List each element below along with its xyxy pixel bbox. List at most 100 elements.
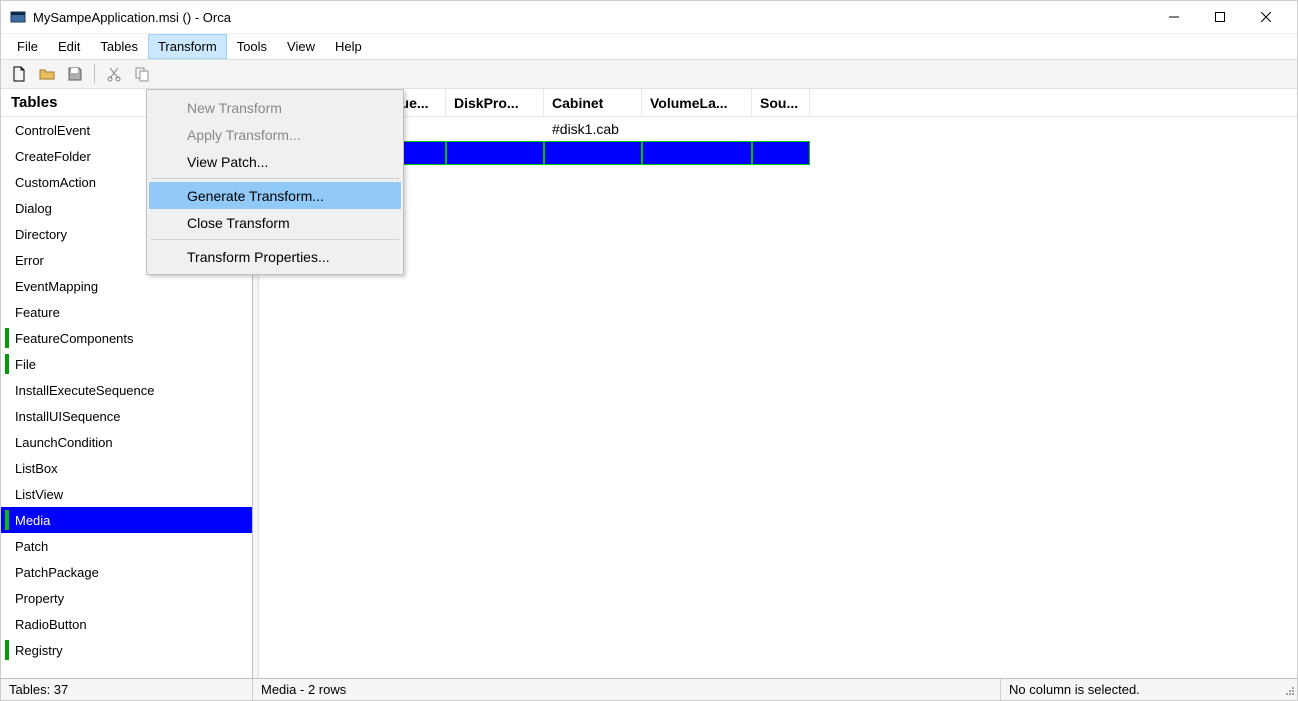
- menu-file[interactable]: File: [7, 34, 48, 59]
- table-row[interactable]: Media: [1, 507, 252, 533]
- table-row-label: InstallExecuteSequence: [15, 383, 154, 398]
- table-row-label: Dialog: [15, 201, 52, 216]
- table-row[interactable]: EventMapping: [1, 273, 252, 299]
- table-row-label: Media: [15, 513, 50, 528]
- row-marker: [5, 432, 9, 452]
- table-row[interactable]: InstallUISequence: [1, 403, 252, 429]
- menubar: FileEditTablesTransformToolsViewHelp: [1, 33, 1297, 59]
- row-marker: [5, 406, 9, 426]
- menu-help[interactable]: Help: [325, 34, 372, 59]
- table-row[interactable]: RadioButton: [1, 611, 252, 637]
- table-row[interactable]: InstallExecuteSequence: [1, 377, 252, 403]
- row-marker: [5, 146, 9, 166]
- table-row-label: RadioButton: [15, 617, 87, 632]
- table-row-label: CreateFolder: [15, 149, 91, 164]
- row-marker: [5, 510, 9, 530]
- data-cell: [642, 141, 752, 165]
- status-table-rows: Media - 2 rows: [253, 679, 1001, 700]
- table-row-label: EventMapping: [15, 279, 98, 294]
- table-row-label: PatchPackage: [15, 565, 99, 580]
- data-row[interactable]: #disk1.cab: [259, 117, 1297, 141]
- table-row[interactable]: PatchPackage: [1, 559, 252, 585]
- row-marker: [5, 614, 9, 634]
- row-marker: [5, 640, 9, 660]
- row-marker: [5, 354, 9, 374]
- table-row[interactable]: Patch: [1, 533, 252, 559]
- table-row[interactable]: FeatureComponents: [1, 325, 252, 351]
- row-marker: [5, 536, 9, 556]
- row-marker: [5, 302, 9, 322]
- table-row-label: ListView: [15, 487, 63, 502]
- row-marker: [5, 198, 9, 218]
- window-controls: [1151, 2, 1289, 32]
- data-cell: [446, 141, 544, 165]
- data-cell: [752, 141, 810, 165]
- row-marker: [5, 328, 9, 348]
- row-marker: [5, 562, 9, 582]
- minimize-button[interactable]: [1151, 2, 1197, 32]
- toolbar-separator: [94, 64, 95, 84]
- titlebar: MySampeApplication.msi () - Orca: [1, 1, 1297, 33]
- row-marker: [5, 588, 9, 608]
- open-file-icon[interactable]: [35, 62, 59, 86]
- maximize-button[interactable]: [1197, 2, 1243, 32]
- menu-item-view-patch[interactable]: View Patch...: [149, 148, 401, 175]
- table-row[interactable]: LaunchCondition: [1, 429, 252, 455]
- row-marker: [5, 224, 9, 244]
- column-header[interactable]: DiskPro...: [446, 89, 544, 116]
- table-row-label: File: [15, 357, 36, 372]
- menu-item-new-transform: New Transform: [149, 94, 401, 121]
- table-row-label: CustomAction: [15, 175, 96, 190]
- cut-icon[interactable]: [102, 62, 126, 86]
- row-marker: [5, 276, 9, 296]
- copy-icon[interactable]: [130, 62, 154, 86]
- menu-separator: [151, 239, 399, 240]
- table-row-label: Directory: [15, 227, 67, 242]
- resize-grip[interactable]: [1281, 682, 1297, 698]
- table-row[interactable]: File: [1, 351, 252, 377]
- row-marker: [5, 458, 9, 478]
- row-marker: [5, 380, 9, 400]
- table-row-label: Feature: [15, 305, 60, 320]
- data-grid[interactable]: #disk1.cab: [259, 117, 1297, 678]
- status-column-selection: No column is selected.: [1001, 679, 1281, 700]
- table-row[interactable]: Property: [1, 585, 252, 611]
- row-marker: [5, 172, 9, 192]
- statusbar: Tables: 37 Media - 2 rows No column is s…: [1, 678, 1297, 700]
- column-header[interactable]: Sou...: [752, 89, 810, 116]
- table-row[interactable]: Feature: [1, 299, 252, 325]
- menu-view[interactable]: View: [277, 34, 325, 59]
- data-cell: [544, 141, 642, 165]
- table-row[interactable]: Registry: [1, 637, 252, 663]
- table-row[interactable]: ListView: [1, 481, 252, 507]
- table-row[interactable]: ListBox: [1, 455, 252, 481]
- save-icon[interactable]: [63, 62, 87, 86]
- table-row-label: FeatureComponents: [15, 331, 134, 346]
- menu-edit[interactable]: Edit: [48, 34, 90, 59]
- column-header[interactable]: Cabinet: [544, 89, 642, 116]
- menu-tables[interactable]: Tables: [90, 34, 148, 59]
- column-header[interactable]: VolumeLa...: [642, 89, 752, 116]
- data-panel: que...DiskPro...CabinetVolumeLa...Sou...…: [259, 89, 1297, 678]
- table-row-label: InstallUISequence: [15, 409, 121, 424]
- menu-item-close-transform[interactable]: Close Transform: [149, 209, 401, 236]
- menu-item-transform-properties[interactable]: Transform Properties...: [149, 243, 401, 270]
- table-row-label: ListBox: [15, 461, 58, 476]
- main-area: Tables ControlEventCreateFolderCustomAct…: [1, 89, 1297, 678]
- toolbar: [1, 59, 1297, 89]
- menu-item-apply-transform: Apply Transform...: [149, 121, 401, 148]
- transform-menu-dropdown: New TransformApply Transform...View Patc…: [146, 89, 404, 275]
- new-file-icon[interactable]: [7, 62, 31, 86]
- table-row-label: Property: [15, 591, 64, 606]
- menu-item-generate-transform[interactable]: Generate Transform...: [149, 182, 401, 209]
- table-row-label: Patch: [15, 539, 48, 554]
- menu-transform[interactable]: Transform: [148, 34, 227, 59]
- data-cell: #disk1.cab: [544, 117, 642, 141]
- row-marker: [5, 250, 9, 270]
- close-button[interactable]: [1243, 2, 1289, 32]
- menu-tools[interactable]: Tools: [227, 34, 277, 59]
- row-marker: [5, 120, 9, 140]
- data-row[interactable]: [259, 141, 1297, 165]
- data-cell: [752, 117, 810, 141]
- row-marker: [5, 484, 9, 504]
